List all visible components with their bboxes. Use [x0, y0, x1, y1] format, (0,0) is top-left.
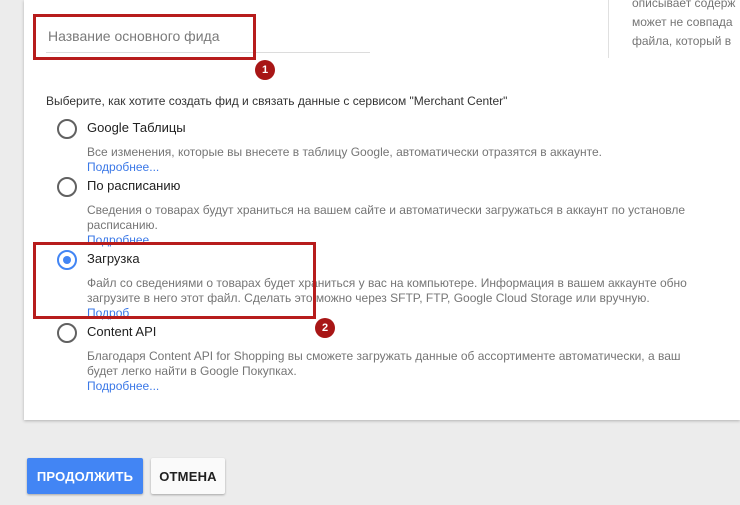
option-description-line: Все изменения, которые вы внесете в табл… [87, 145, 602, 159]
option-description: Благодаря Content API for Shopping вы см… [87, 349, 681, 394]
option-description-line: будет легко найти в Google Покупках. [87, 364, 297, 378]
cancel-button[interactable]: ОТМЕНА [151, 458, 225, 494]
radio-scheduled[interactable] [57, 177, 77, 197]
option-label: Content API [87, 324, 157, 339]
option-label: По расписанию [87, 178, 181, 193]
side-help-line: может не совпада [632, 15, 733, 29]
annotation-box-2 [33, 242, 316, 319]
option-description-line: Благодаря Content API for Shopping вы см… [87, 349, 681, 363]
annotation-box-1 [33, 14, 256, 60]
vertical-divider [608, 0, 609, 58]
radio-google-sheets[interactable] [57, 119, 77, 139]
more-link[interactable]: Подробнее... [87, 160, 159, 174]
side-help-text: описывает содерж может не совпада файла,… [632, 0, 740, 51]
option-description-line: расписанию. [87, 218, 158, 232]
option-description-line: Сведения о товарах будут храниться на ва… [87, 203, 686, 217]
option-label: Google Таблицы [87, 120, 186, 135]
radio-content-api[interactable] [57, 323, 77, 343]
side-help-line: файла, который в [632, 34, 732, 48]
annotation-marker-2: 2 [315, 318, 335, 338]
continue-button[interactable]: ПРОДОЛЖИТЬ [27, 458, 143, 494]
annotation-marker-1: 1 [255, 60, 275, 80]
more-link[interactable]: Подробнее... [87, 379, 159, 393]
option-description: Все изменения, которые вы внесете в табл… [87, 145, 602, 175]
side-help-line: описывает содерж [632, 0, 736, 10]
method-prompt: Выберите, как хотите создать фид и связа… [46, 94, 508, 108]
